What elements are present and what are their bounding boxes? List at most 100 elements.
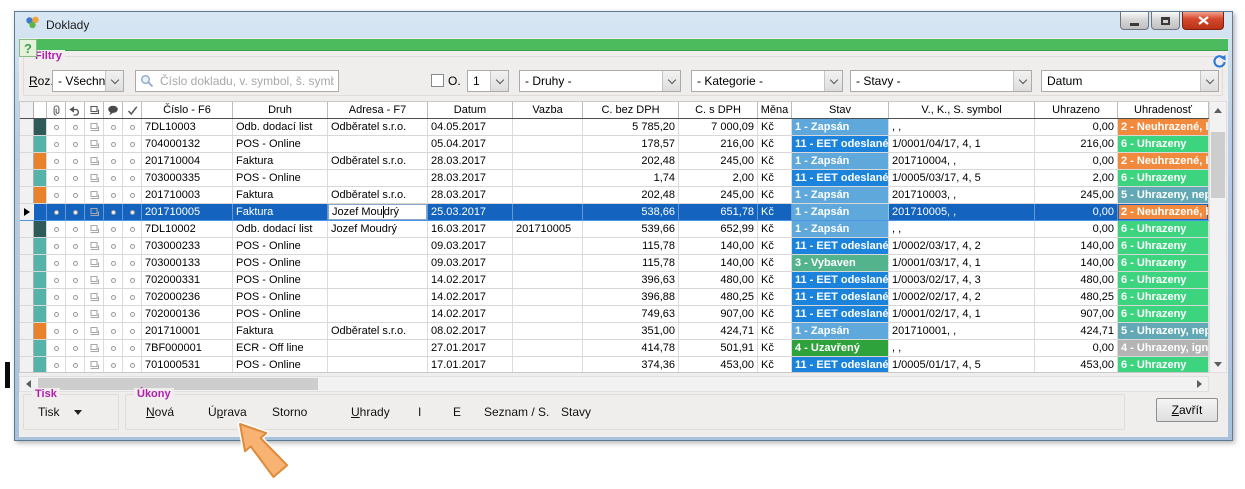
roz-label[interactable]: Roz. — [29, 74, 54, 88]
vertical-scrollbar-thumb[interactable] — [1211, 132, 1225, 198]
table-row[interactable]: 703000335POS - Online28.03.20171,742,00K… — [20, 170, 1209, 187]
attachment-icon[interactable] — [47, 102, 66, 118]
transfer-icon[interactable] — [85, 102, 104, 118]
cell-stav-badge: 11 - EET odeslané — [792, 238, 889, 254]
column-header-mena[interactable]: Měna — [758, 102, 792, 118]
column-header-vazba[interactable]: Vazba — [513, 102, 583, 118]
table-row[interactable]: 701000531POS - Online17.01.2017374,36453… — [20, 357, 1209, 373]
row-selector[interactable] — [20, 170, 34, 186]
stavy-button[interactable]: Stavy — [561, 405, 591, 419]
column-header-uhradenost[interactable]: Uhradenosť — [1118, 102, 1209, 118]
column-header-adresa[interactable]: Adresa - F7 — [328, 102, 428, 118]
minimize-button[interactable] — [1120, 12, 1149, 30]
row-selector[interactable] — [20, 221, 34, 237]
check-icon[interactable] — [123, 102, 142, 118]
scroll-down-button[interactable] — [1210, 356, 1226, 372]
zavrit-button[interactable]: Zavřít — [1156, 398, 1218, 422]
table-row[interactable]: 702000331POS - Online14.02.2017396,63480… — [20, 272, 1209, 289]
table-row[interactable]: 201710003FakturaOdběratel s.r.o.28.03.20… — [20, 187, 1209, 204]
search-input[interactable] — [135, 70, 339, 92]
row-selector[interactable] — [20, 238, 34, 254]
row-status-dot-icon — [104, 272, 123, 288]
seznam-button[interactable]: Seznam / S. — [484, 405, 549, 419]
row-selector[interactable] — [20, 323, 34, 339]
row-selector[interactable] — [20, 357, 34, 373]
scroll-up-button[interactable] — [1210, 102, 1226, 118]
row-selector[interactable] — [20, 255, 34, 271]
column-header-datum[interactable]: Datum — [428, 102, 513, 118]
titlebar[interactable]: Doklady — [19, 12, 1228, 38]
chevron-down-icon[interactable] — [1200, 71, 1218, 91]
page-combobox[interactable]: 1 — [467, 70, 509, 92]
row-selector[interactable] — [20, 272, 34, 288]
table-row[interactable]: 201710004FakturaOdběratel s.r.o.28.03.20… — [20, 153, 1209, 170]
scroll-right-button[interactable] — [1191, 377, 1208, 391]
chevron-down-icon[interactable] — [105, 71, 123, 91]
table-row[interactable]: 201710005FakturaJozef Moudrý25.03.201753… — [20, 204, 1209, 221]
column-header-stav[interactable]: Stav — [792, 102, 889, 118]
row-selector[interactable] — [20, 187, 34, 203]
vertical-scrollbar[interactable] — [1209, 101, 1227, 373]
e-button[interactable]: E — [453, 405, 461, 419]
chevron-down-icon[interactable] — [662, 71, 680, 91]
column-header-bez-dph[interactable]: C. bez DPH — [583, 102, 679, 118]
table-row[interactable]: 704000132POS - Online05.04.2017178,57216… — [20, 136, 1209, 153]
row-status-dot-icon — [66, 119, 85, 135]
column-header-uhrazeno[interactable]: Uhrazeno — [1035, 102, 1118, 118]
table-row[interactable]: 7DL10002Odb. dodací listJozef Moudrý16.0… — [20, 221, 1209, 238]
table-row[interactable]: 7BF000001ECR - Off line27.01.2017414,785… — [20, 340, 1209, 357]
chevron-down-icon[interactable] — [824, 71, 842, 91]
maximize-button[interactable] — [1151, 12, 1180, 30]
adresa-inline-editor[interactable]: Jozef Moudrý — [328, 204, 427, 220]
row-selector[interactable] — [20, 289, 34, 305]
row-selector[interactable] — [20, 119, 34, 135]
table-row[interactable]: 703000133POS - Online09.03.2017115,78140… — [20, 255, 1209, 272]
cell-druh: Faktura — [233, 153, 328, 169]
row-selector[interactable] — [20, 153, 34, 169]
chevron-down-icon[interactable] — [490, 71, 508, 91]
table-row[interactable]: 702000136POS - Online14.02.2017749,63907… — [20, 306, 1209, 323]
uprava-button[interactable]: Úprava — [208, 405, 247, 419]
cell-castka-bez-dph: 202,48 — [583, 187, 679, 203]
cell-castka-s-dph: 424,71 — [679, 323, 758, 339]
close-button[interactable] — [1182, 12, 1224, 30]
column-header-symbol[interactable]: V., K., S. symbol — [889, 102, 1035, 118]
horizontal-scrollbar[interactable] — [19, 376, 1209, 392]
table-row[interactable]: 702000236POS - Online14.02.2017396,88480… — [20, 289, 1209, 306]
uhrady-button[interactable]: Uhrady — [351, 405, 390, 419]
cell-druh: Faktura — [233, 323, 328, 339]
table-row[interactable]: 703000233POS - Online09.03.2017115,78140… — [20, 238, 1209, 255]
stavy-combobox[interactable]: - Stavy - — [850, 70, 1032, 92]
row-status-dot-icon — [104, 170, 123, 186]
column-header-cislo[interactable]: Číslo - F6 — [142, 102, 233, 118]
tisk-button[interactable]: Tisk — [38, 405, 82, 419]
datum-combobox[interactable]: Datum — [1041, 70, 1219, 92]
cell-datum: 16.03.2017 — [428, 221, 513, 237]
nova-button[interactable]: Nová — [146, 405, 174, 419]
o-checkbox[interactable] — [431, 74, 444, 87]
help-button[interactable]: ? — [19, 39, 37, 57]
cell-castka-s-dph: 2,00 — [679, 170, 758, 186]
column-header-druh[interactable]: Druh — [233, 102, 328, 118]
row-selector[interactable] — [20, 340, 34, 356]
row-selector[interactable] — [20, 136, 34, 152]
undo-icon[interactable] — [66, 102, 85, 118]
row-transfer-icon — [85, 187, 104, 203]
comment-icon[interactable] — [104, 102, 123, 118]
table-row[interactable]: 7DL10003Odb. dodací listOdběratel s.r.o.… — [20, 119, 1209, 136]
row-selector[interactable] — [20, 306, 34, 322]
kategorie-combobox[interactable]: - Kategorie - — [691, 70, 843, 92]
storno-button[interactable]: Storno — [272, 405, 307, 419]
cell-cislo: 702000331 — [142, 272, 233, 288]
column-header-s-dph[interactable]: C. s DPH — [679, 102, 758, 118]
cell-vazba — [513, 340, 583, 356]
table-row[interactable]: 201710001FakturaOdběratel s.r.o.08.02.20… — [20, 323, 1209, 340]
refresh-icon[interactable] — [1211, 54, 1226, 74]
druhy-combobox[interactable]: - Druhy - — [519, 70, 681, 92]
chevron-down-icon[interactable] — [1013, 71, 1031, 91]
range-combobox[interactable]: - Všechny - — [52, 70, 124, 92]
row-status-dot-icon — [66, 357, 85, 373]
horizontal-scrollbar-thumb[interactable] — [38, 378, 318, 390]
row-selector[interactable] — [20, 204, 34, 220]
i-button[interactable]: I — [418, 405, 421, 419]
